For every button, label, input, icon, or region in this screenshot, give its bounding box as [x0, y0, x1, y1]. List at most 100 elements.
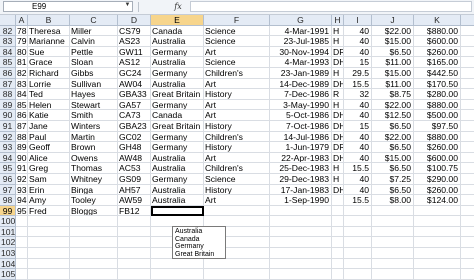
table-cell[interactable]: GW11: [118, 46, 151, 58]
table-cell[interactable]: Katie: [28, 110, 70, 121]
table-cell[interactable]: Science: [204, 36, 270, 47]
table-cell[interactable]: [461, 269, 474, 280]
table-cell[interactable]: R: [332, 89, 344, 100]
table-cell[interactable]: $880.00: [414, 99, 461, 111]
table-cell[interactable]: $6.50: [372, 163, 414, 174]
table-cell[interactable]: Owens: [70, 152, 118, 164]
table-cell[interactable]: Art: [204, 195, 270, 206]
table-cell[interactable]: $15.00: [372, 152, 414, 164]
table-cell[interactable]: Germany: [151, 142, 204, 153]
table-cell[interactable]: Thomas: [70, 163, 118, 174]
table-cell[interactable]: $97.50: [414, 120, 461, 132]
table-cell[interactable]: Canada: [151, 110, 204, 121]
table-cell[interactable]: 40: [344, 110, 372, 121]
table-cell[interactable]: Theresa: [28, 25, 70, 37]
table-cell[interactable]: 89: [16, 142, 28, 153]
table-cell[interactable]: Sullivan: [70, 78, 118, 90]
column-header-a[interactable]: A: [16, 15, 28, 26]
table-cell[interactable]: Calvin: [70, 36, 118, 47]
table-cell[interactable]: 40: [344, 46, 372, 58]
table-cell[interactable]: [372, 237, 414, 249]
table-cell[interactable]: 81: [16, 57, 28, 68]
table-cell[interactable]: Science: [204, 173, 270, 185]
table-cell[interactable]: [70, 216, 118, 227]
table-cell[interactable]: [70, 269, 118, 280]
dropdown-option[interactable]: Great Britain: [175, 251, 225, 259]
table-cell[interactable]: [461, 206, 474, 217]
table-cell[interactable]: Australia: [151, 163, 204, 174]
row-header[interactable]: 102: [0, 237, 16, 249]
table-cell[interactable]: FB12: [118, 205, 151, 217]
table-cell[interactable]: GBA33: [118, 89, 151, 100]
table-cell[interactable]: 40: [344, 36, 372, 47]
table-cell[interactable]: 22-Apr-1983: [270, 152, 332, 164]
table-cell[interactable]: [16, 248, 28, 259]
row-header[interactable]: 95: [0, 163, 16, 174]
table-cell[interactable]: 15.5: [344, 78, 372, 90]
table-cell[interactable]: [151, 205, 204, 217]
table-cell[interactable]: Geoff: [28, 142, 70, 153]
table-cell[interactable]: DRH: [332, 142, 344, 153]
row-header[interactable]: 92: [0, 131, 16, 143]
table-cell[interactable]: GS09: [118, 173, 151, 185]
table-cell[interactable]: [461, 259, 474, 270]
table-cell[interactable]: $11.00: [372, 78, 414, 90]
validation-dropdown-list[interactable]: Australia Canada Germany Great Britain: [172, 226, 226, 259]
table-cell[interactable]: [118, 226, 151, 238]
table-cell[interactable]: [461, 121, 474, 132]
table-cell[interactable]: Richard: [28, 67, 70, 79]
table-cell[interactable]: H: [332, 99, 344, 111]
table-cell[interactable]: 17-Jan-1983: [270, 184, 332, 196]
table-cell[interactable]: [461, 132, 474, 143]
table-cell[interactable]: Germany: [151, 173, 204, 185]
table-cell[interactable]: 40: [344, 25, 372, 37]
table-cell[interactable]: 91: [16, 163, 28, 174]
table-cell[interactable]: Erin: [28, 184, 70, 196]
table-cell[interactable]: [461, 174, 474, 185]
row-header[interactable]: 94: [0, 152, 16, 164]
table-cell[interactable]: $8.75: [372, 89, 414, 100]
table-cell[interactable]: [16, 258, 28, 270]
table-cell[interactable]: [372, 216, 414, 227]
table-cell[interactable]: $15.00: [372, 36, 414, 47]
select-all-corner[interactable]: [0, 15, 16, 26]
table-cell[interactable]: Jane: [28, 120, 70, 132]
table-cell[interactable]: Australia: [151, 57, 204, 68]
column-header-i[interactable]: I: [344, 15, 372, 26]
table-cell[interactable]: AC53: [118, 163, 151, 174]
table-cell[interactable]: [28, 226, 70, 238]
table-cell[interactable]: [414, 205, 461, 217]
table-cell[interactable]: Art: [204, 46, 270, 58]
table-cell[interactable]: 29.5: [344, 67, 372, 79]
table-cell[interactable]: Canada: [151, 25, 204, 37]
table-cell[interactable]: [461, 142, 474, 153]
row-header[interactable]: 93: [0, 142, 16, 153]
table-cell[interactable]: [461, 216, 474, 227]
table-cell[interactable]: 82: [16, 67, 28, 79]
table-cell[interactable]: DH: [332, 78, 344, 90]
table-cell[interactable]: History: [204, 142, 270, 153]
table-cell[interactable]: [118, 258, 151, 270]
table-cell[interactable]: [344, 269, 372, 280]
table-cell[interactable]: AH57: [118, 184, 151, 196]
table-cell[interactable]: 40: [344, 142, 372, 153]
table-cell[interactable]: [28, 248, 70, 259]
table-cell[interactable]: 4-Mar-1991: [270, 25, 332, 37]
table-cell[interactable]: [461, 110, 474, 121]
table-cell[interactable]: History: [204, 184, 270, 196]
table-cell[interactable]: Great Britain: [151, 120, 204, 132]
table-cell[interactable]: [70, 248, 118, 259]
table-cell[interactable]: [204, 205, 270, 217]
table-cell[interactable]: 78: [16, 25, 28, 37]
table-cell[interactable]: Martin: [70, 131, 118, 143]
table-cell[interactable]: 25-Dec-1983: [270, 163, 332, 174]
table-cell[interactable]: 94: [16, 195, 28, 206]
table-cell[interactable]: H: [332, 67, 344, 79]
table-cell[interactable]: 14-Jul-1986: [270, 131, 332, 143]
row-header[interactable]: 86: [0, 67, 16, 79]
table-cell[interactable]: Australia: [151, 36, 204, 47]
table-cell[interactable]: [332, 269, 344, 280]
row-header[interactable]: 104: [0, 258, 16, 270]
table-cell[interactable]: $15.00: [372, 67, 414, 79]
table-cell[interactable]: [414, 269, 461, 280]
